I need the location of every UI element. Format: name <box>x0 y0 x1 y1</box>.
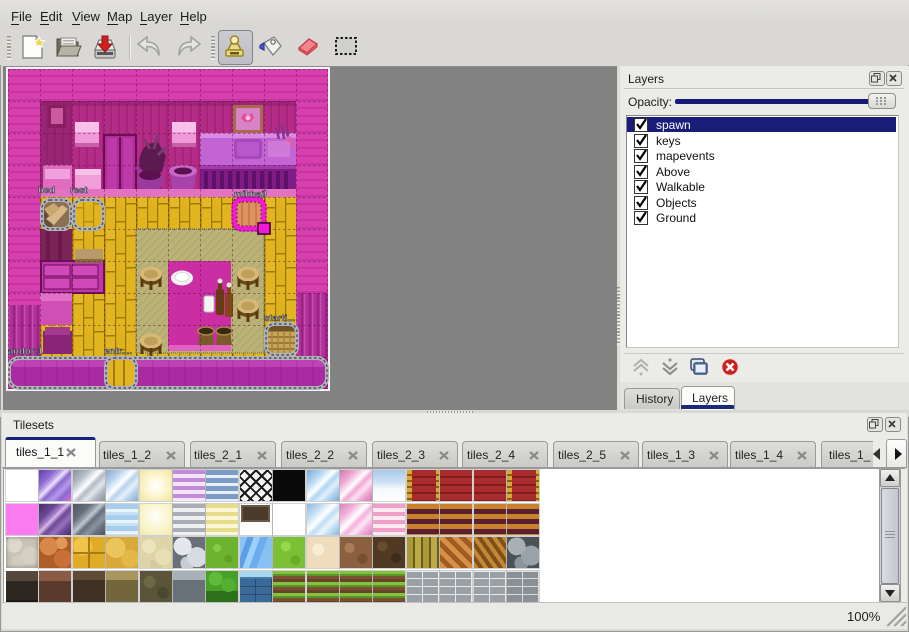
svg-text:mikhail: mikhail <box>234 189 267 200</box>
svg-text:andor:1: andor:1 <box>8 346 44 357</box>
svg-text:entr....: entr.... <box>104 346 132 357</box>
svg-text:starti...: starti... <box>264 313 295 324</box>
svg-text:rest: rest <box>70 185 88 196</box>
svg-text:bed: bed <box>38 185 55 196</box>
